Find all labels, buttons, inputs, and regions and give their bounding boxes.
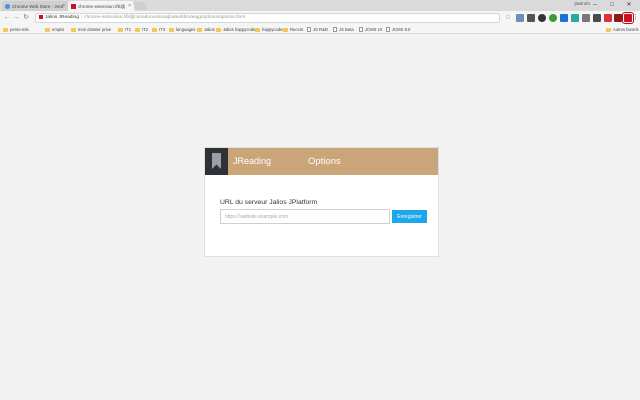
save-button[interactable]: Enregistrer (392, 210, 427, 223)
bookmark-item[interactable]: Recent (283, 26, 303, 33)
bookmark-label: IT2 (142, 27, 149, 32)
chrome-store-icon (5, 3, 10, 9)
bookmark-item[interactable]: IT3 (152, 26, 165, 33)
back-arrow-icon[interactable]: ← (3, 13, 11, 23)
bookmark-label: languages (176, 27, 196, 32)
page-icon (333, 27, 337, 32)
folder-icon (197, 27, 202, 32)
server-url-label: URL du serveur Jalios JPlatform (220, 199, 318, 206)
folder-icon (606, 27, 611, 32)
folder-icon (169, 27, 174, 32)
tab-title: chrome-extension://lkljfj (78, 3, 126, 9)
folder-icon (118, 27, 123, 32)
close-tab-icon[interactable]: × (62, 3, 65, 9)
folder-icon (3, 27, 8, 32)
tab-strip: Chrome Web Store - Jrea × chrome-extensi… (0, 0, 640, 11)
reload-icon[interactable]: ↻ (22, 13, 30, 23)
bookmark-label: perso-rele (10, 27, 29, 32)
bookmark-item[interactable]: Jalios (197, 26, 215, 33)
bookmark-item[interactable]: IT2 (135, 26, 148, 33)
extension-h-icon[interactable] (527, 14, 535, 22)
extension-green-icon[interactable] (549, 14, 557, 22)
extension-dark-icon[interactable] (538, 14, 546, 22)
bookmark-item[interactable]: mon dossier prive (71, 26, 111, 33)
bookmark-label: emploi (52, 27, 65, 32)
tab-title: Chrome Web Store - Jrea (12, 3, 64, 9)
server-url-input[interactable] (220, 209, 390, 224)
bookmark-star-icon[interactable]: ☆ (505, 13, 511, 23)
bookmark-item[interactable]: happycoder (255, 26, 284, 33)
other-bookmarks[interactable]: Autres favoris (606, 26, 639, 33)
bookmark-label: JS Beta (339, 27, 354, 32)
bookmark-label: IT3 (159, 27, 166, 32)
address-bar[interactable]: Jalios JReading | chrome-extension://lkljf… (35, 13, 500, 23)
new-tab-button[interactable] (132, 2, 148, 10)
bookmark-item[interactable]: JS Beta (333, 26, 354, 33)
extension-darkred-icon[interactable] (614, 14, 622, 22)
extension-shield-icon[interactable] (516, 14, 524, 22)
minimize-button[interactable]: – (588, 0, 602, 10)
folder-icon (135, 27, 140, 32)
bookmark-label: mon dossier prive (78, 27, 112, 32)
folder-icon (71, 27, 76, 32)
bookmark-label: Jalios happycoder (223, 27, 257, 32)
folder-icon (283, 27, 288, 32)
bookmarks-bar: perso-rele emploi mon dossier prive IT1 … (0, 25, 640, 34)
folder-icon (216, 27, 221, 32)
page-title: Options (308, 156, 341, 167)
other-bookmarks-label: Autres favoris (613, 27, 639, 32)
page-icon (359, 27, 363, 32)
bookmark-item[interactable]: emploi (45, 26, 64, 33)
jreading-extension-icon[interactable] (622, 12, 634, 24)
page-icon (307, 27, 311, 32)
extension-blue-icon[interactable] (560, 14, 568, 22)
bookmark-item[interactable]: perso-rele (3, 26, 29, 33)
bookmark-label: Jalios (204, 27, 215, 32)
extension-pen-icon[interactable] (593, 14, 601, 22)
site-label: Jalios JReading (45, 15, 79, 20)
folder-icon (45, 27, 50, 32)
bookmark-item[interactable]: JCMS 9.0 (386, 26, 410, 33)
browser-toolbar: ← → ↻ Jalios JReading | chrome-extension:/… (0, 11, 640, 25)
extension-red-icon[interactable] (604, 14, 612, 22)
bookmark-label: IT1 (125, 27, 132, 32)
close-tab-icon[interactable]: × (128, 3, 131, 9)
bookmark-item[interactable]: JS R&D (307, 26, 328, 33)
options-header: JReading Options (205, 148, 438, 175)
brand-name: JReading (233, 156, 272, 166)
bookmark-icon (212, 153, 221, 169)
page-icon (386, 27, 390, 32)
close-window-button[interactable]: ✕ (622, 0, 636, 10)
options-card: JReading Options URL du serveur Jalios J… (204, 147, 439, 257)
tab-chrome-web-store[interactable]: Chrome Web Store - Jrea × (2, 1, 68, 11)
bookmark-label: JCMS 10 (365, 27, 383, 32)
folder-icon (152, 27, 157, 32)
bookmark-item[interactable]: JCMS 10 (359, 26, 382, 33)
bookmark-label: Recent (290, 27, 304, 32)
extension-teal-icon[interactable] (571, 14, 579, 22)
chrome-menu-icon[interactable]: ⋮ (632, 13, 639, 23)
extension-badge-icon (39, 14, 43, 19)
bookmark-label: happycoder (262, 27, 284, 32)
bookmark-label: JS R&D (313, 27, 328, 32)
forward-arrow-icon[interactable]: → (12, 13, 20, 23)
jreading-favicon-icon (71, 3, 76, 9)
folder-icon (255, 27, 260, 32)
bookmark-item[interactable]: Jalios happycoder (216, 26, 257, 33)
maximize-button[interactable]: □ (605, 0, 619, 10)
bookmark-item[interactable]: languages (169, 26, 195, 33)
bookmark-label: JCMS 9.0 (392, 27, 411, 32)
url-separator: | (80, 15, 83, 20)
bookmark-item[interactable]: IT1 (118, 26, 131, 33)
logo (205, 148, 228, 175)
tab-options[interactable]: chrome-extension://lkljfj × (68, 1, 134, 11)
url-text: chrome-extension://lkljfjcooadoncekonpjb… (84, 15, 245, 20)
extension-bar-icon[interactable] (582, 14, 590, 22)
